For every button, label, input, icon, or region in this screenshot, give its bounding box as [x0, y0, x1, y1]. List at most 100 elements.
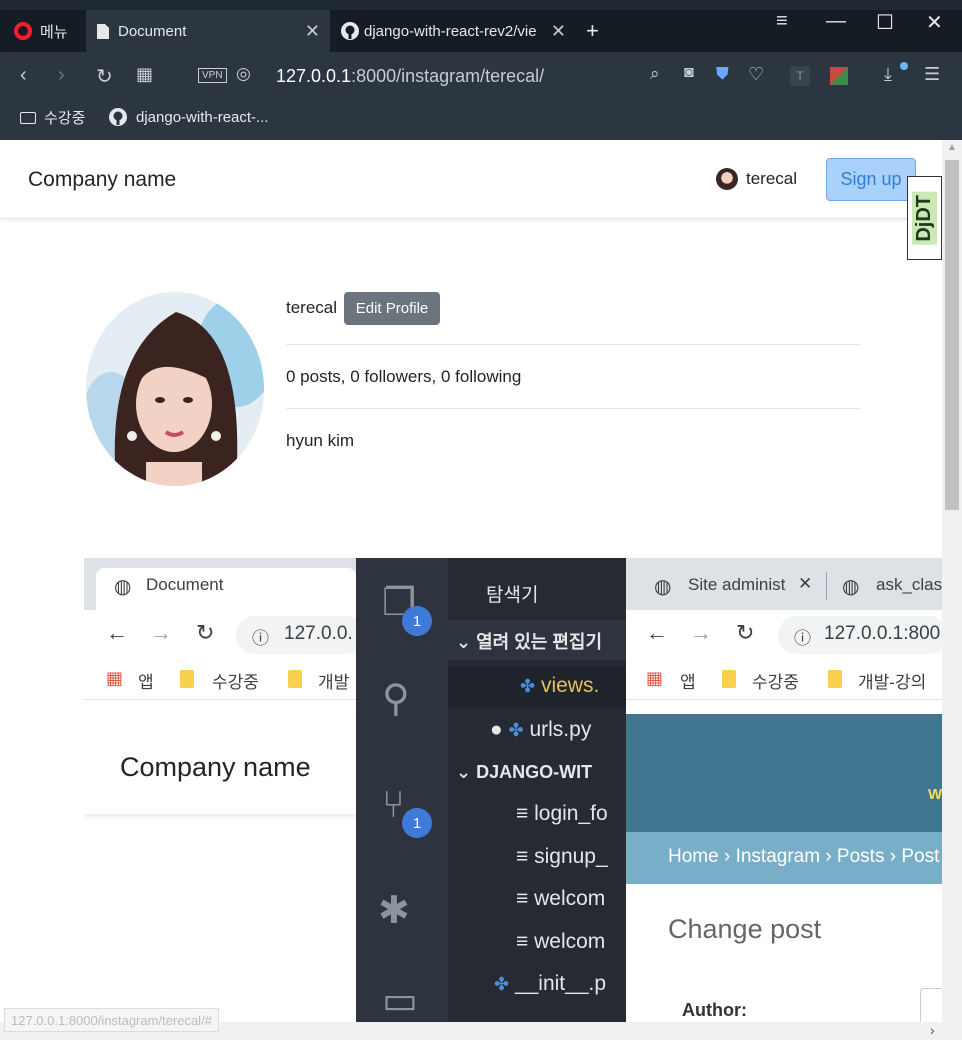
- admin-header-text: W: [928, 786, 942, 803]
- tab-menu-icon[interactable]: ≡: [776, 10, 788, 33]
- remote-icon: ▭: [382, 980, 418, 1022]
- thumb-tab: [96, 568, 356, 610]
- forward-icon: →: [150, 620, 172, 645]
- vertical-scroll-thumb[interactable]: [945, 160, 959, 510]
- tab-separator: [826, 572, 827, 600]
- close-tab-icon[interactable]: ✕: [305, 21, 320, 42]
- profile-username: terecal: [286, 298, 338, 317]
- thumb-bookmark: 앱: [138, 673, 154, 692]
- user-menu[interactable]: terecal: [716, 168, 797, 190]
- avatar: [716, 168, 738, 190]
- profile-stats: 0 posts, 0 followers, 0 following: [286, 367, 522, 386]
- maximize-button[interactable]: ☐: [876, 10, 894, 35]
- thumb-vscode: ❐ 1 ⚲ ⑂ 1 ✱ ▭ 탐색기 ⌄ 열려 있는 편집기 ✤ views. ●…: [356, 558, 626, 1022]
- easy-setup-icon[interactable]: ☰: [924, 64, 940, 85]
- thumb-browser-right: ◍ Site administ ✕ ◍ ask_class ← → ↻ ⓘ 12…: [626, 558, 942, 1022]
- forward-icon[interactable]: ›: [58, 64, 65, 87]
- back-icon[interactable]: ‹: [20, 64, 27, 87]
- project-section: ⌄ DJANGO-WIT: [456, 762, 593, 782]
- explorer-title: 탐색기: [486, 585, 539, 606]
- folder-icon: [828, 670, 842, 688]
- globe-icon: ◍: [842, 576, 860, 598]
- close-window-button[interactable]: ✕: [926, 10, 943, 35]
- profile-full-name: hyun kim: [286, 431, 355, 450]
- download-icon[interactable]: ⤓: [884, 64, 892, 85]
- reload-icon: ↻: [196, 620, 215, 645]
- post-thumbnail[interactable]: ◍ Document ← → ↻ ⓘ 127.0.0. ▦ 앱 수강중 개발 C…: [84, 558, 942, 1022]
- github-icon: [341, 22, 359, 40]
- speed-dial-icon[interactable]: ▦: [136, 64, 153, 85]
- open-editors-section: ⌄ 열려 있는 편집기: [456, 632, 603, 652]
- snapshot-icon[interactable]: ◙: [684, 64, 694, 82]
- thumb-tab-title: Document: [146, 575, 224, 594]
- breadcrumb: Home › Instagram › Posts › Post: [668, 846, 940, 867]
- thumb-tab-title: Site administ: [688, 575, 786, 594]
- vpn-badge[interactable]: VPN: [198, 68, 227, 83]
- extension-t-icon[interactable]: T: [790, 66, 810, 86]
- tab-document[interactable]: Document ✕: [86, 10, 330, 52]
- profile-photo: [86, 292, 264, 486]
- thumb-tab-title: ask_class: [876, 575, 942, 594]
- new-tab-button[interactable]: +: [586, 18, 599, 44]
- url-input[interactable]: 127.0.0.1:8000/instagram/terecal/: [276, 66, 544, 87]
- tree-file[interactable]: ≡ welcom: [516, 887, 605, 911]
- heart-icon[interactable]: ♡: [748, 64, 764, 85]
- folder-icon: [288, 670, 302, 688]
- reload-icon: ↻: [736, 620, 755, 645]
- brand-link[interactable]: Company name: [28, 168, 176, 192]
- author-select: [920, 988, 942, 1022]
- thumb-brand: Company name: [120, 752, 311, 782]
- minimize-button[interactable]: —: [826, 10, 846, 33]
- info-icon: ⓘ: [252, 629, 269, 648]
- tab-github[interactable]: django-with-react-rev2/vie ✕: [332, 10, 576, 52]
- opera-menu-button[interactable]: 메뉴: [0, 10, 86, 52]
- tree-file[interactable]: ≡ login_fo: [516, 802, 608, 826]
- opera-logo-icon: [14, 22, 32, 40]
- thumb-bookmark: 개발: [318, 673, 350, 692]
- status-url: 127.0.0.1:8000/instagram/terecal/#: [4, 1008, 219, 1032]
- signup-button[interactable]: Sign up: [826, 158, 916, 201]
- globe-icon: ◎: [236, 64, 251, 83]
- profile-avatar: [86, 292, 264, 486]
- info-icon: ⓘ: [794, 629, 811, 648]
- admin-heading: Change post: [668, 914, 822, 944]
- scroll-up-icon[interactable]: ▲: [947, 142, 957, 153]
- download-dot-icon: [900, 62, 908, 70]
- author-label: Author:: [682, 1000, 747, 1020]
- reload-icon[interactable]: ↻: [96, 64, 113, 89]
- thumb-url: 127.0.0.: [284, 623, 353, 644]
- tree-file[interactable]: ≡ welcom: [516, 930, 605, 954]
- debug-icon: ✱: [378, 890, 410, 932]
- extension-cube-icon[interactable]: [830, 67, 848, 85]
- tree-file[interactable]: ✤ __init__.p: [494, 972, 606, 996]
- django-debug-toolbar-handle[interactable]: DjDT: [907, 176, 942, 260]
- github-icon: [109, 108, 127, 126]
- admin-header: [626, 714, 942, 832]
- apps-icon: ▦: [646, 668, 664, 688]
- source-control-badge: 1: [402, 808, 432, 838]
- open-file-urls[interactable]: ● ✤ urls.py: [490, 718, 591, 742]
- tree-file[interactable]: ≡ signup_: [516, 845, 608, 869]
- scroll-right-icon[interactable]: ›: [930, 1022, 935, 1038]
- search-page-icon[interactable]: ⌕: [650, 64, 660, 84]
- bookmark-folder[interactable]: 수강중: [20, 107, 85, 128]
- close-icon: ✕: [798, 574, 813, 593]
- explorer-badge: 1: [402, 606, 432, 636]
- edit-profile-button[interactable]: Edit Profile: [344, 292, 440, 325]
- thumb-url: 127.0.0.1:800: [824, 623, 941, 644]
- back-icon: ←: [646, 620, 668, 645]
- open-file-views[interactable]: ✤ views.: [520, 674, 599, 698]
- divider: [286, 344, 860, 345]
- close-tab-icon[interactable]: ✕: [551, 21, 566, 42]
- folder-icon: [722, 670, 736, 688]
- top-navbar: Company name terecal Sign up DjDT: [0, 140, 942, 260]
- thumb-bookmark: 수강중: [212, 673, 259, 692]
- bookmark-github[interactable]: django-with-react-...: [108, 107, 269, 127]
- folder-icon: [20, 111, 36, 124]
- thumb-browser-left: ◍ Document ← → ↻ ⓘ 127.0.0. ▦ 앱 수강중 개발 C…: [84, 558, 366, 1022]
- document-icon: [97, 23, 109, 39]
- folder-icon: [180, 670, 194, 688]
- forward-icon: →: [690, 620, 712, 645]
- shield-icon[interactable]: ⛊: [716, 64, 729, 84]
- globe-icon: ◍: [654, 576, 672, 598]
